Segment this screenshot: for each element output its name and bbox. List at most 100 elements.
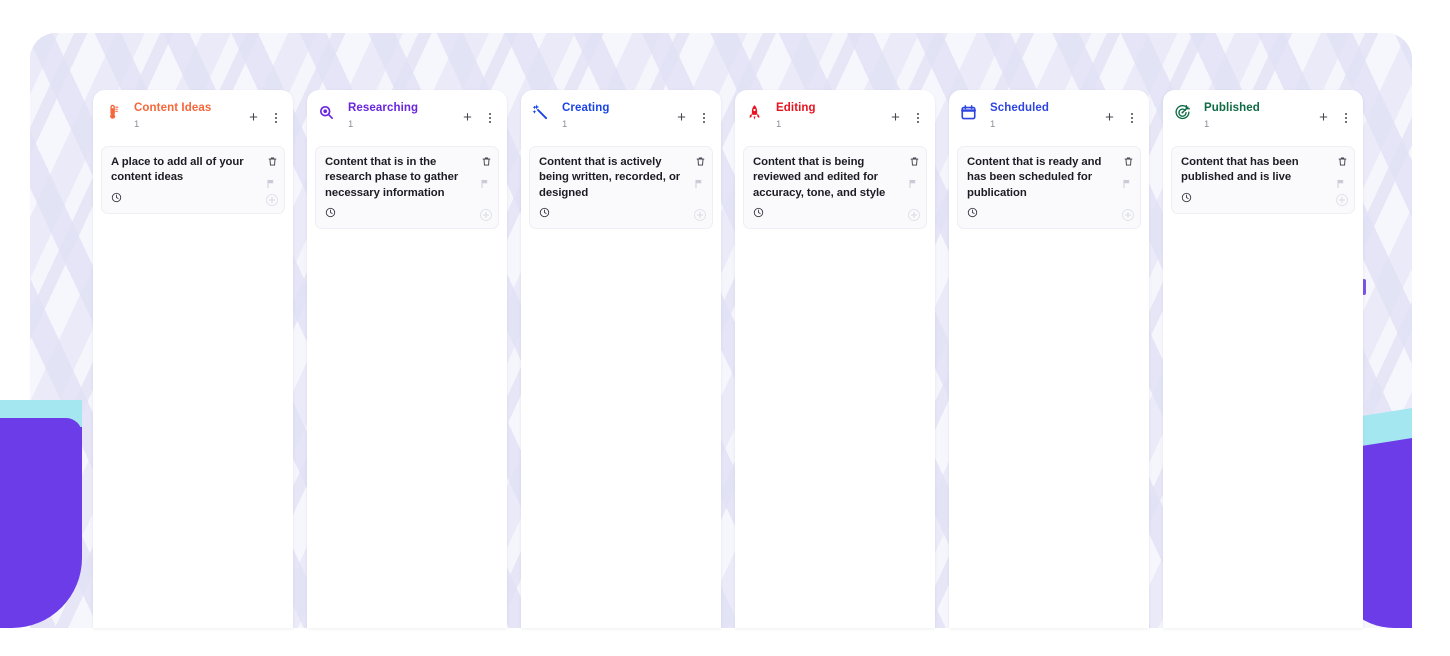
add-card-button[interactable]: + — [1100, 108, 1119, 127]
add-card-button[interactable]: + — [458, 108, 477, 127]
flag-icon[interactable] — [908, 177, 920, 195]
more-vertical-icon — [274, 112, 277, 123]
column-actions: + — [886, 108, 927, 127]
flag-icon[interactable] — [480, 177, 492, 195]
column-actions: + — [458, 108, 499, 127]
column-title-block: Content Ideas 1 — [134, 101, 244, 131]
clock-icon[interactable] — [325, 205, 336, 223]
dart-target-icon — [1172, 102, 1192, 122]
trash-icon[interactable] — [1337, 154, 1348, 172]
trash-icon[interactable] — [481, 154, 492, 172]
column-menu-button[interactable] — [266, 108, 285, 127]
card-footer — [111, 192, 258, 206]
calendar-icon — [958, 102, 978, 122]
column-card-count: 1 — [134, 119, 140, 130]
more-vertical-icon — [702, 112, 705, 123]
card-footer — [1181, 192, 1328, 206]
card-title: Content that is actively being written, … — [539, 156, 681, 199]
card-footer — [967, 207, 1114, 221]
kanban-card[interactable]: Content that is actively being written, … — [529, 146, 713, 230]
magic-wand-icon — [530, 102, 550, 122]
circle-plus-icon[interactable] — [907, 208, 921, 222]
column-menu-button[interactable] — [1336, 108, 1355, 127]
column-actions: + — [244, 108, 285, 127]
column-card-count: 1 — [990, 119, 996, 130]
trash-icon[interactable] — [267, 154, 278, 172]
column-actions: + — [672, 108, 713, 127]
column-actions: + — [1314, 108, 1355, 127]
column-header: Published 1 + — [1171, 99, 1355, 143]
kanban-card[interactable]: Content that is ready and has been sched… — [957, 146, 1141, 230]
circle-plus-icon[interactable] — [693, 208, 707, 222]
card-footer — [325, 207, 472, 221]
kanban-column-creating: Creating 1 + Content that is actively be… — [521, 90, 721, 628]
column-card-count: 1 — [776, 119, 782, 130]
card-title: Content that has been published and is l… — [1181, 156, 1299, 184]
add-card-button[interactable]: + — [1314, 108, 1333, 127]
kanban-column-researching: Researching 1 + Content that is in the r… — [307, 90, 507, 628]
column-title: Researching — [348, 102, 419, 114]
column-title: Scheduled — [990, 102, 1050, 114]
add-card-button[interactable]: + — [886, 108, 905, 127]
column-title-block: Scheduled 1 — [990, 101, 1100, 131]
trash-icon[interactable] — [695, 154, 706, 172]
kanban-card[interactable]: Content that has been published and is l… — [1171, 146, 1355, 214]
column-actions: + — [1100, 108, 1141, 127]
column-title-block: Creating 1 — [562, 101, 672, 131]
flag-icon[interactable] — [1122, 177, 1134, 195]
column-title: Content Ideas — [134, 102, 212, 114]
more-vertical-icon — [1344, 112, 1347, 123]
kanban-column-scheduled: Scheduled 1 + Content that is ready and … — [949, 90, 1149, 628]
card-side-actions — [480, 154, 492, 195]
kanban-board-page: Content Ideas 1 + A place to add all of … — [0, 0, 1450, 656]
add-card-button[interactable]: + — [672, 108, 691, 127]
column-header: Researching 1 + — [315, 99, 499, 143]
circle-plus-icon[interactable] — [479, 208, 493, 222]
clock-icon[interactable] — [753, 205, 764, 223]
clock-icon[interactable] — [111, 190, 122, 208]
column-card-count: 1 — [1204, 119, 1210, 130]
card-side-actions — [1122, 154, 1134, 195]
clock-icon[interactable] — [967, 205, 978, 223]
thermometer-icon — [102, 102, 122, 122]
column-header: Editing 1 + — [743, 99, 927, 143]
trash-icon[interactable] — [909, 154, 920, 172]
rocket-icon — [744, 102, 764, 122]
column-title-block: Researching 1 — [348, 101, 458, 131]
column-card-count: 1 — [562, 119, 568, 130]
kanban-column-published: Published 1 + Content that has been publ… — [1163, 90, 1363, 628]
card-side-actions — [908, 154, 920, 195]
column-card-count: 1 — [348, 119, 354, 130]
more-vertical-icon — [1130, 112, 1133, 123]
column-menu-button[interactable] — [694, 108, 713, 127]
column-menu-button[interactable] — [908, 108, 927, 127]
column-title: Creating — [562, 102, 610, 114]
card-side-actions — [1336, 154, 1348, 195]
kanban-card[interactable]: Content that is being reviewed and edite… — [743, 146, 927, 230]
card-side-actions — [266, 154, 278, 195]
circle-plus-icon[interactable] — [1335, 193, 1349, 207]
card-footer — [753, 207, 900, 221]
column-header: Creating 1 + — [529, 99, 713, 143]
circle-plus-icon[interactable] — [265, 193, 279, 207]
column-header: Scheduled 1 + — [957, 99, 1141, 143]
clock-icon[interactable] — [539, 205, 550, 223]
card-footer — [539, 207, 686, 221]
column-title-block: Editing 1 — [776, 101, 886, 131]
card-title: Content that is in the research phase to… — [325, 156, 459, 199]
add-card-button[interactable]: + — [244, 108, 263, 127]
column-title: Editing — [776, 102, 816, 114]
kanban-card[interactable]: A place to add all of your content ideas — [101, 146, 285, 214]
column-menu-button[interactable] — [1122, 108, 1141, 127]
card-side-actions — [694, 154, 706, 195]
clock-icon[interactable] — [1181, 190, 1192, 208]
circle-plus-icon[interactable] — [1121, 208, 1135, 222]
more-vertical-icon — [916, 112, 919, 123]
trash-icon[interactable] — [1123, 154, 1134, 172]
column-menu-button[interactable] — [480, 108, 499, 127]
kanban-card[interactable]: Content that is in the research phase to… — [315, 146, 499, 230]
flag-icon[interactable] — [694, 177, 706, 195]
kanban-columns: Content Ideas 1 + A place to add all of … — [93, 90, 1363, 628]
kanban-column-content-ideas: Content Ideas 1 + A place to add all of … — [93, 90, 293, 628]
card-title: Content that is ready and has been sched… — [967, 156, 1102, 199]
